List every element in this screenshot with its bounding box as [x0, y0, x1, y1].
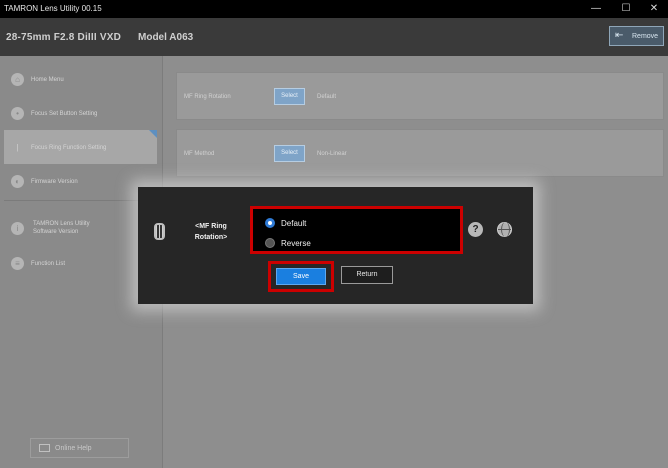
mf-ring-rotation-dialog: <MF Ring Rotation> Default Reverse ? Sav…	[138, 187, 533, 304]
sidebar-item-label: Function List	[31, 261, 66, 267]
select-button[interactable]: Select	[274, 145, 305, 162]
radio-unselected-icon[interactable]	[265, 238, 275, 248]
save-button-highlight: Save	[268, 261, 334, 292]
remove-button[interactable]: ⇤ Remove	[609, 26, 664, 46]
lens-model: Model A063	[138, 32, 194, 43]
sidebar-item-function-list[interactable]: ≡ Function List	[4, 246, 157, 280]
setting-label: MF Ring Rotation	[184, 94, 231, 100]
firmware-icon: ◐	[11, 175, 24, 188]
setting-row-mf-ring-rotation: MF Ring Rotation Select Default	[176, 72, 664, 120]
sidebar-item-label-line1: TAMRON Lens Utility	[33, 221, 90, 227]
remove-lens-icon: ⇤	[615, 30, 624, 41]
online-help-button[interactable]: Online Help	[30, 438, 129, 458]
info-icon: i	[11, 222, 24, 235]
help-icon[interactable]: ?	[468, 222, 483, 237]
dialog-title-line1: <MF Ring	[195, 223, 227, 230]
dialog-title-line2: Rotation>	[194, 234, 228, 241]
sidebar-divider	[4, 200, 157, 201]
window-titlebar: TAMRON Lens Utility 00.15 — ☐ ✕	[0, 0, 668, 18]
sidebar-item-firmware-version[interactable]: ◐ Firmware Version	[4, 164, 157, 198]
sidebar-item-label: Focus Set Button Setting	[31, 111, 98, 117]
lens-name: 28-75mm F2.8 DiIII VXD	[6, 32, 122, 43]
focus-ring-icon	[154, 223, 165, 240]
globe-icon[interactable]	[497, 222, 512, 237]
close-button[interactable]: ✕	[640, 0, 668, 18]
option-label: Default	[281, 219, 307, 228]
maximize-button[interactable]: ☐	[612, 0, 640, 18]
home-icon: ⌂	[11, 73, 24, 86]
save-button[interactable]: Save	[276, 268, 326, 285]
option-label: Reverse	[281, 239, 311, 248]
sidebar-item-home-menu[interactable]: ⌂ Home Menu	[4, 62, 157, 96]
sidebar-item-software-version[interactable]: i TAMRON Lens Utility Software Version	[4, 211, 157, 245]
sidebar-item-focus-ring-function[interactable]: | Focus Ring Function Setting	[4, 130, 157, 164]
monitor-icon	[39, 444, 50, 452]
setting-row-mf-method: MF Method Select Non-Linear	[176, 129, 664, 177]
setting-label: MF Method	[184, 151, 215, 157]
minimize-button[interactable]: —	[582, 0, 610, 18]
remove-button-label: Remove	[632, 33, 659, 40]
list-icon: ≡	[11, 257, 24, 270]
radio-selected-icon[interactable]	[265, 218, 275, 228]
setting-value: Non-Linear	[317, 151, 347, 157]
rotation-options: Default Reverse	[250, 206, 463, 254]
sidebar-item-label: Home Menu	[31, 77, 64, 83]
sidebar-item-label-line2: Software Version	[33, 229, 79, 235]
focus-ring-icon: |	[16, 143, 19, 152]
return-button[interactable]: Return	[341, 266, 393, 284]
sidebar-item-label: Firmware Version	[31, 179, 78, 185]
select-button[interactable]: Select	[274, 88, 305, 105]
online-help-label: Online Help	[55, 445, 92, 452]
dialog-title: <MF Ring Rotation>	[182, 221, 240, 243]
window-title: TAMRON Lens Utility 00.15	[4, 4, 102, 13]
sidebar-item-label: Focus Ring Function Setting	[31, 145, 107, 151]
focus-button-icon: •	[11, 107, 24, 120]
sidebar-item-label: TAMRON Lens Utility Software Version	[33, 220, 90, 236]
app-header: 28-75mm F2.8 DiIII VXD Model A063 ⇤ Remo…	[0, 18, 668, 56]
setting-value: Default	[317, 94, 337, 100]
active-corner-marker	[149, 130, 157, 138]
sidebar-item-focus-set-button[interactable]: • Focus Set Button Setting	[4, 96, 157, 130]
